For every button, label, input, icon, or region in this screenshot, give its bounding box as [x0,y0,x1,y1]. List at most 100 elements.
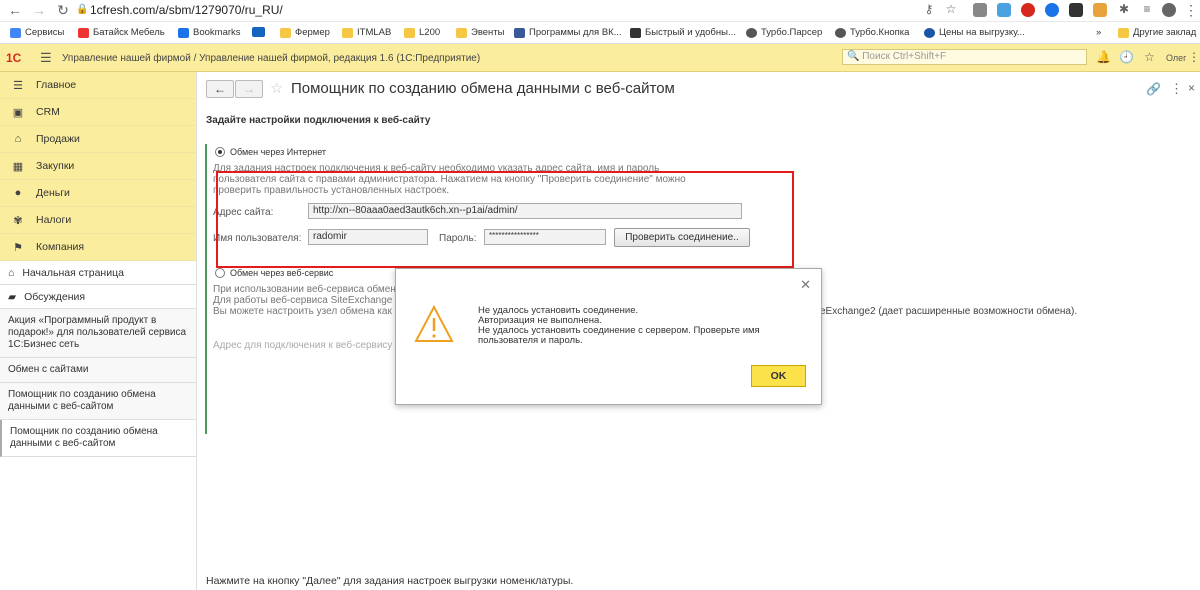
bookmark-item[interactable]: Быстрый и удобны... [630,27,736,38]
sidebar-item-home[interactable]: ⌂ Начальная страница [0,261,196,285]
sidebar-item-taxes[interactable]: ✾ Налоги [0,207,196,234]
more-vert-icon[interactable]: ⋮ [1188,50,1200,64]
radio-internet[interactable] [215,147,225,157]
reading-list-icon[interactable]: ≡ [1138,2,1156,16]
forward-arrow-icon[interactable]: → [30,2,48,18]
sidebar-item-money[interactable]: ● Деньги [0,180,196,207]
sidebar-item-sales[interactable]: ⌂ Продажи [0,126,196,153]
camera-extension-icon[interactable] [973,3,987,17]
close-icon[interactable]: × [1188,81,1195,95]
cloud-icon[interactable] [1045,3,1059,17]
bookmarks-more-button[interactable]: » [1096,27,1101,38]
forward-button[interactable]: → [235,80,263,98]
footer-hint: Нажмите на кнопку "Далее" для задания на… [206,575,574,587]
bookmark-item[interactable]: Цены на выгрузку... [924,27,1025,38]
globe-icon [746,27,757,38]
bookmark-star-icon[interactable]: ☆ [942,2,960,16]
bookmark-item[interactable]: Турбо.Кнопка [835,27,909,38]
app-header: 1С ☰ Управление нашей фирмой / Управлени… [0,44,1200,72]
bookmark-item[interactable]: Сервисы [10,27,64,38]
1c-logo: 1С [6,51,22,65]
reload-icon[interactable]: ↻ [54,2,72,19]
close-icon[interactable]: ✕ [800,277,811,293]
hint-text: Для работы веб-сервиса SiteExchange [213,295,393,306]
back-button[interactable]: ← [206,80,234,98]
group-divider [205,144,207,434]
folder-icon [456,27,467,38]
radio-webservice[interactable] [215,268,225,278]
error-dialog: ✕ Не удалось установить соединение. Авто… [395,268,822,405]
bookmark-item[interactable]: ITMLAB [342,27,391,38]
purchase-icon: ▦ [12,160,24,173]
flag-icon: ⚑ [13,241,23,254]
avatar[interactable] [1162,3,1176,17]
favorite-star-icon[interactable]: ☆ [270,79,283,97]
lock-icon: 🔒 [76,4,89,15]
adblock-icon[interactable] [1021,3,1035,17]
open-window-item[interactable]: Помощник по созданию обмена данными с ве… [0,383,196,420]
folder-icon [280,27,291,38]
section-header: Задайте настройки подключения к веб-сайт… [206,115,431,126]
star-icon [178,27,189,38]
bookmark-item[interactable]: Программы для ВК... [514,27,622,38]
bookmark-item[interactable]: Турбо.Парсер [746,27,822,38]
menu-icon[interactable]: ☰ [40,50,52,66]
bookmark-item[interactable]: Фермер [280,27,330,38]
search-input[interactable]: 🔍 Поиск Ctrl+Shift+F [842,49,1087,65]
folder-icon [342,27,353,38]
home-icon: ⌂ [8,266,15,279]
open-window-item-active[interactable]: Помощник по созданию обмена данными с ве… [0,420,196,457]
sidebar-item-main[interactable]: ☰ Главное [0,72,196,99]
puzzle-icon[interactable]: ✱ [1115,2,1133,16]
browser-toolbar: ← → ↻ 🔒 1cfresh.com/a/sbm/1279070/ru_RU/… [0,0,1200,22]
service-address-label: Адрес для подключения к веб-сервису [213,340,393,351]
menu-icon: ☰ [13,79,23,92]
bookmarks-bar: Сервисы Батайск Мебель Bookmarks Фермер … [0,22,1200,44]
bookmark-item[interactable]: Батайск Мебель [78,27,165,38]
bookmark-item[interactable] [252,27,269,37]
tax-icon: ✾ [13,214,23,227]
nl-extension-icon[interactable] [1069,3,1083,17]
more-vert-icon[interactable]: ⋮ [1182,2,1200,19]
sidebar-item-discussions[interactable]: ▰ Обсуждения [0,285,196,309]
sidebar-item-company[interactable]: ⚑ Компания [0,234,196,261]
highlight-box [216,171,794,268]
sp-icon [924,27,935,38]
hint-text: Вы можете настроить узел обмена как [213,306,392,317]
bookmark-item[interactable]: Bookmarks [178,27,241,38]
crm-icon: ▣ [12,106,24,119]
folder-icon [1118,27,1129,38]
globe-icon [835,27,846,38]
page-title: Помощник по созданию обмена данными с ве… [291,80,675,97]
back-arrow-icon[interactable]: ← [6,2,24,18]
store-icon [78,27,89,38]
open-window-item[interactable]: Акция «Программный продукт в подарок!» д… [0,309,196,358]
bookmark-item[interactable]: L200 [404,27,440,38]
history-icon[interactable]: 🕘 [1119,50,1134,64]
b-icon [514,27,525,38]
link-icon[interactable]: 🔗 [1146,82,1161,96]
it-icon [252,27,265,37]
hint-text: eExchange2 (дает расширенные возможности… [820,306,1078,317]
address-bar[interactable]: 1cfresh.com/a/sbm/1279070/ru_RU/ [90,3,283,17]
hint-text: При использовании веб-сервиса обмен [213,284,396,295]
warning-icon [414,305,454,342]
shop-icon: ⌂ [14,133,22,145]
money-icon: ● [14,187,22,199]
favorites-star-icon[interactable]: ☆ [1144,50,1155,64]
extension-icon[interactable] [1093,3,1107,17]
v-icon [630,27,641,38]
key-icon[interactable]: ⚷ [920,2,938,16]
extension-icon[interactable] [997,3,1011,17]
more-vert-icon[interactable]: ⋮ [1170,81,1183,97]
sidebar-item-purchases[interactable]: ▦ Закупки [0,153,196,180]
bookmark-item[interactable]: Эвенты [456,27,504,38]
chat-icon: ▰ [8,290,17,303]
ok-button[interactable]: OK [751,365,806,387]
bell-icon[interactable]: 🔔 [1096,50,1111,64]
other-bookmarks[interactable]: Другие заклад [1118,27,1196,38]
user-name[interactable]: Олег [1166,53,1186,63]
open-window-item[interactable]: Обмен с сайтами [0,358,196,383]
sidebar-item-crm[interactable]: ▣ CRM [0,99,196,126]
radio-webservice-label: Обмен через веб-сервис [230,268,334,278]
